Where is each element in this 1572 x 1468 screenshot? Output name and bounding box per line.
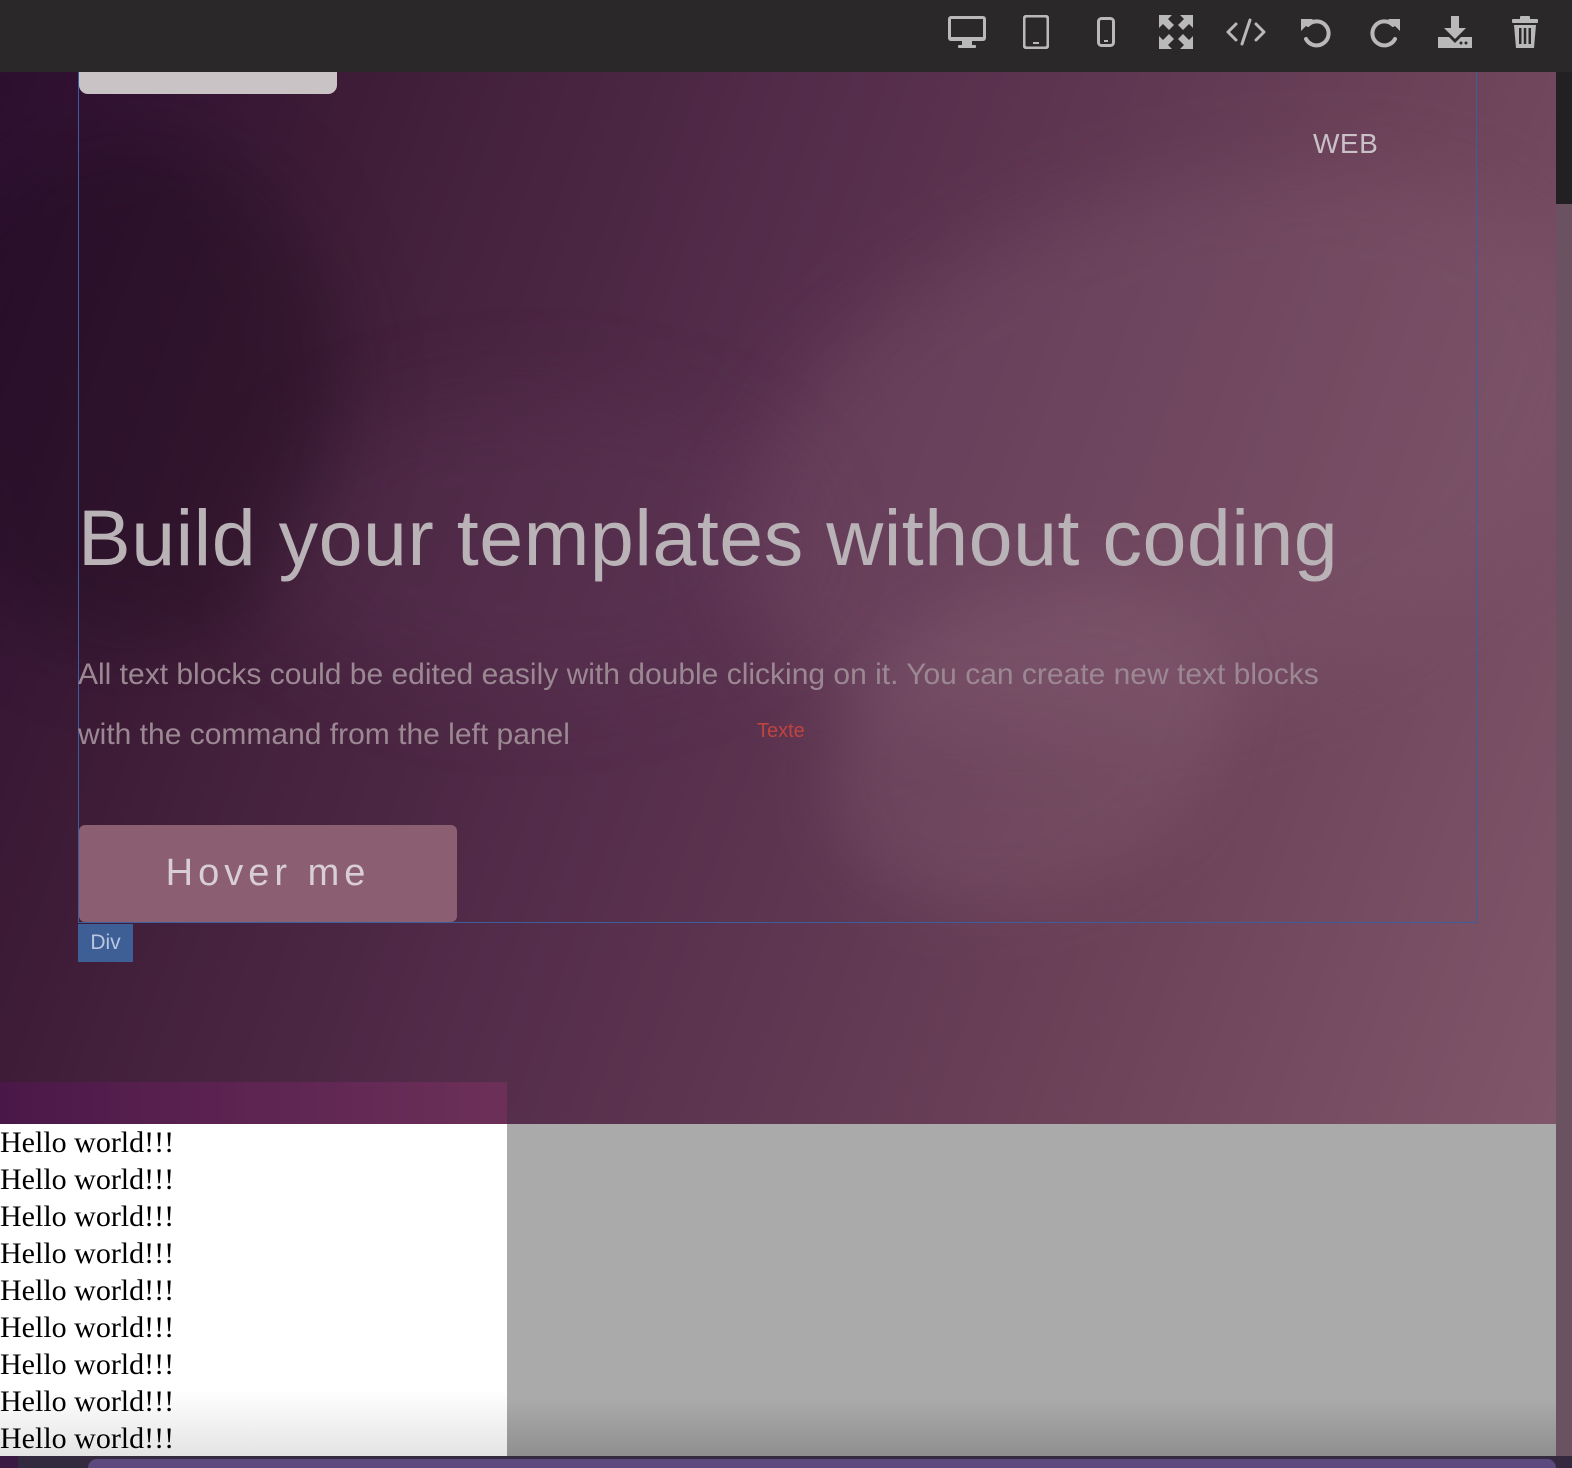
bottom-block[interactable]	[88, 1459, 1556, 1468]
fullscreen-button[interactable]	[1148, 8, 1204, 56]
redo-button[interactable]	[1357, 8, 1413, 56]
scrollbar-thumb[interactable]	[1556, 72, 1572, 204]
tablet-icon	[1023, 15, 1049, 49]
hover-me-button[interactable]: Hover me	[79, 825, 457, 922]
hero-title[interactable]: Build your templates without coding	[78, 492, 1338, 584]
gray-panel-fade	[507, 1400, 1556, 1456]
desktop-view-button[interactable]	[939, 8, 995, 56]
trash-icon	[1512, 16, 1538, 48]
mobile-icon	[1097, 17, 1115, 47]
editor-toolbar	[0, 0, 1572, 72]
list-item[interactable]: Hello world!!!	[0, 1383, 174, 1420]
texte-label[interactable]: Texte	[757, 720, 805, 743]
list-item[interactable]: Hello world!!!	[0, 1346, 174, 1383]
list-item[interactable]: Hello world!!!	[0, 1272, 174, 1309]
mobile-view-button[interactable]	[1078, 8, 1134, 56]
hello-list: Hello world!!! Hello world!!! Hello worl…	[0, 1124, 174, 1457]
fullscreen-icon	[1159, 15, 1193, 49]
undo-button[interactable]	[1288, 8, 1344, 56]
bottom-corner	[0, 1456, 18, 1468]
list-item[interactable]: Hello world!!!	[0, 1420, 174, 1457]
selected-element-badge: Div	[78, 924, 133, 962]
list-item[interactable]: Hello world!!!	[0, 1235, 174, 1272]
code-icon	[1226, 18, 1266, 46]
export-button[interactable]	[1427, 8, 1483, 56]
list-item[interactable]: Hello world!!!	[0, 1309, 174, 1346]
download-icon	[1438, 16, 1472, 48]
view-code-button[interactable]	[1218, 8, 1274, 56]
redo-icon	[1370, 19, 1400, 48]
hero-text[interactable]: All text blocks could be edited easily w…	[78, 645, 1358, 765]
clear-canvas-button[interactable]	[1497, 8, 1553, 56]
list-item[interactable]: Hello world!!!	[0, 1198, 174, 1235]
desktop-icon	[948, 16, 986, 48]
canvas-scrollbar[interactable]	[1556, 72, 1572, 1468]
list-item[interactable]: Hello world!!!	[0, 1124, 174, 1161]
undo-icon	[1301, 19, 1331, 48]
list-item[interactable]: Hello world!!!	[0, 1161, 174, 1198]
gradient-strip	[0, 1082, 507, 1124]
nav-link-web[interactable]: WEB	[1313, 128, 1378, 160]
tablet-view-button[interactable]	[1008, 8, 1064, 56]
